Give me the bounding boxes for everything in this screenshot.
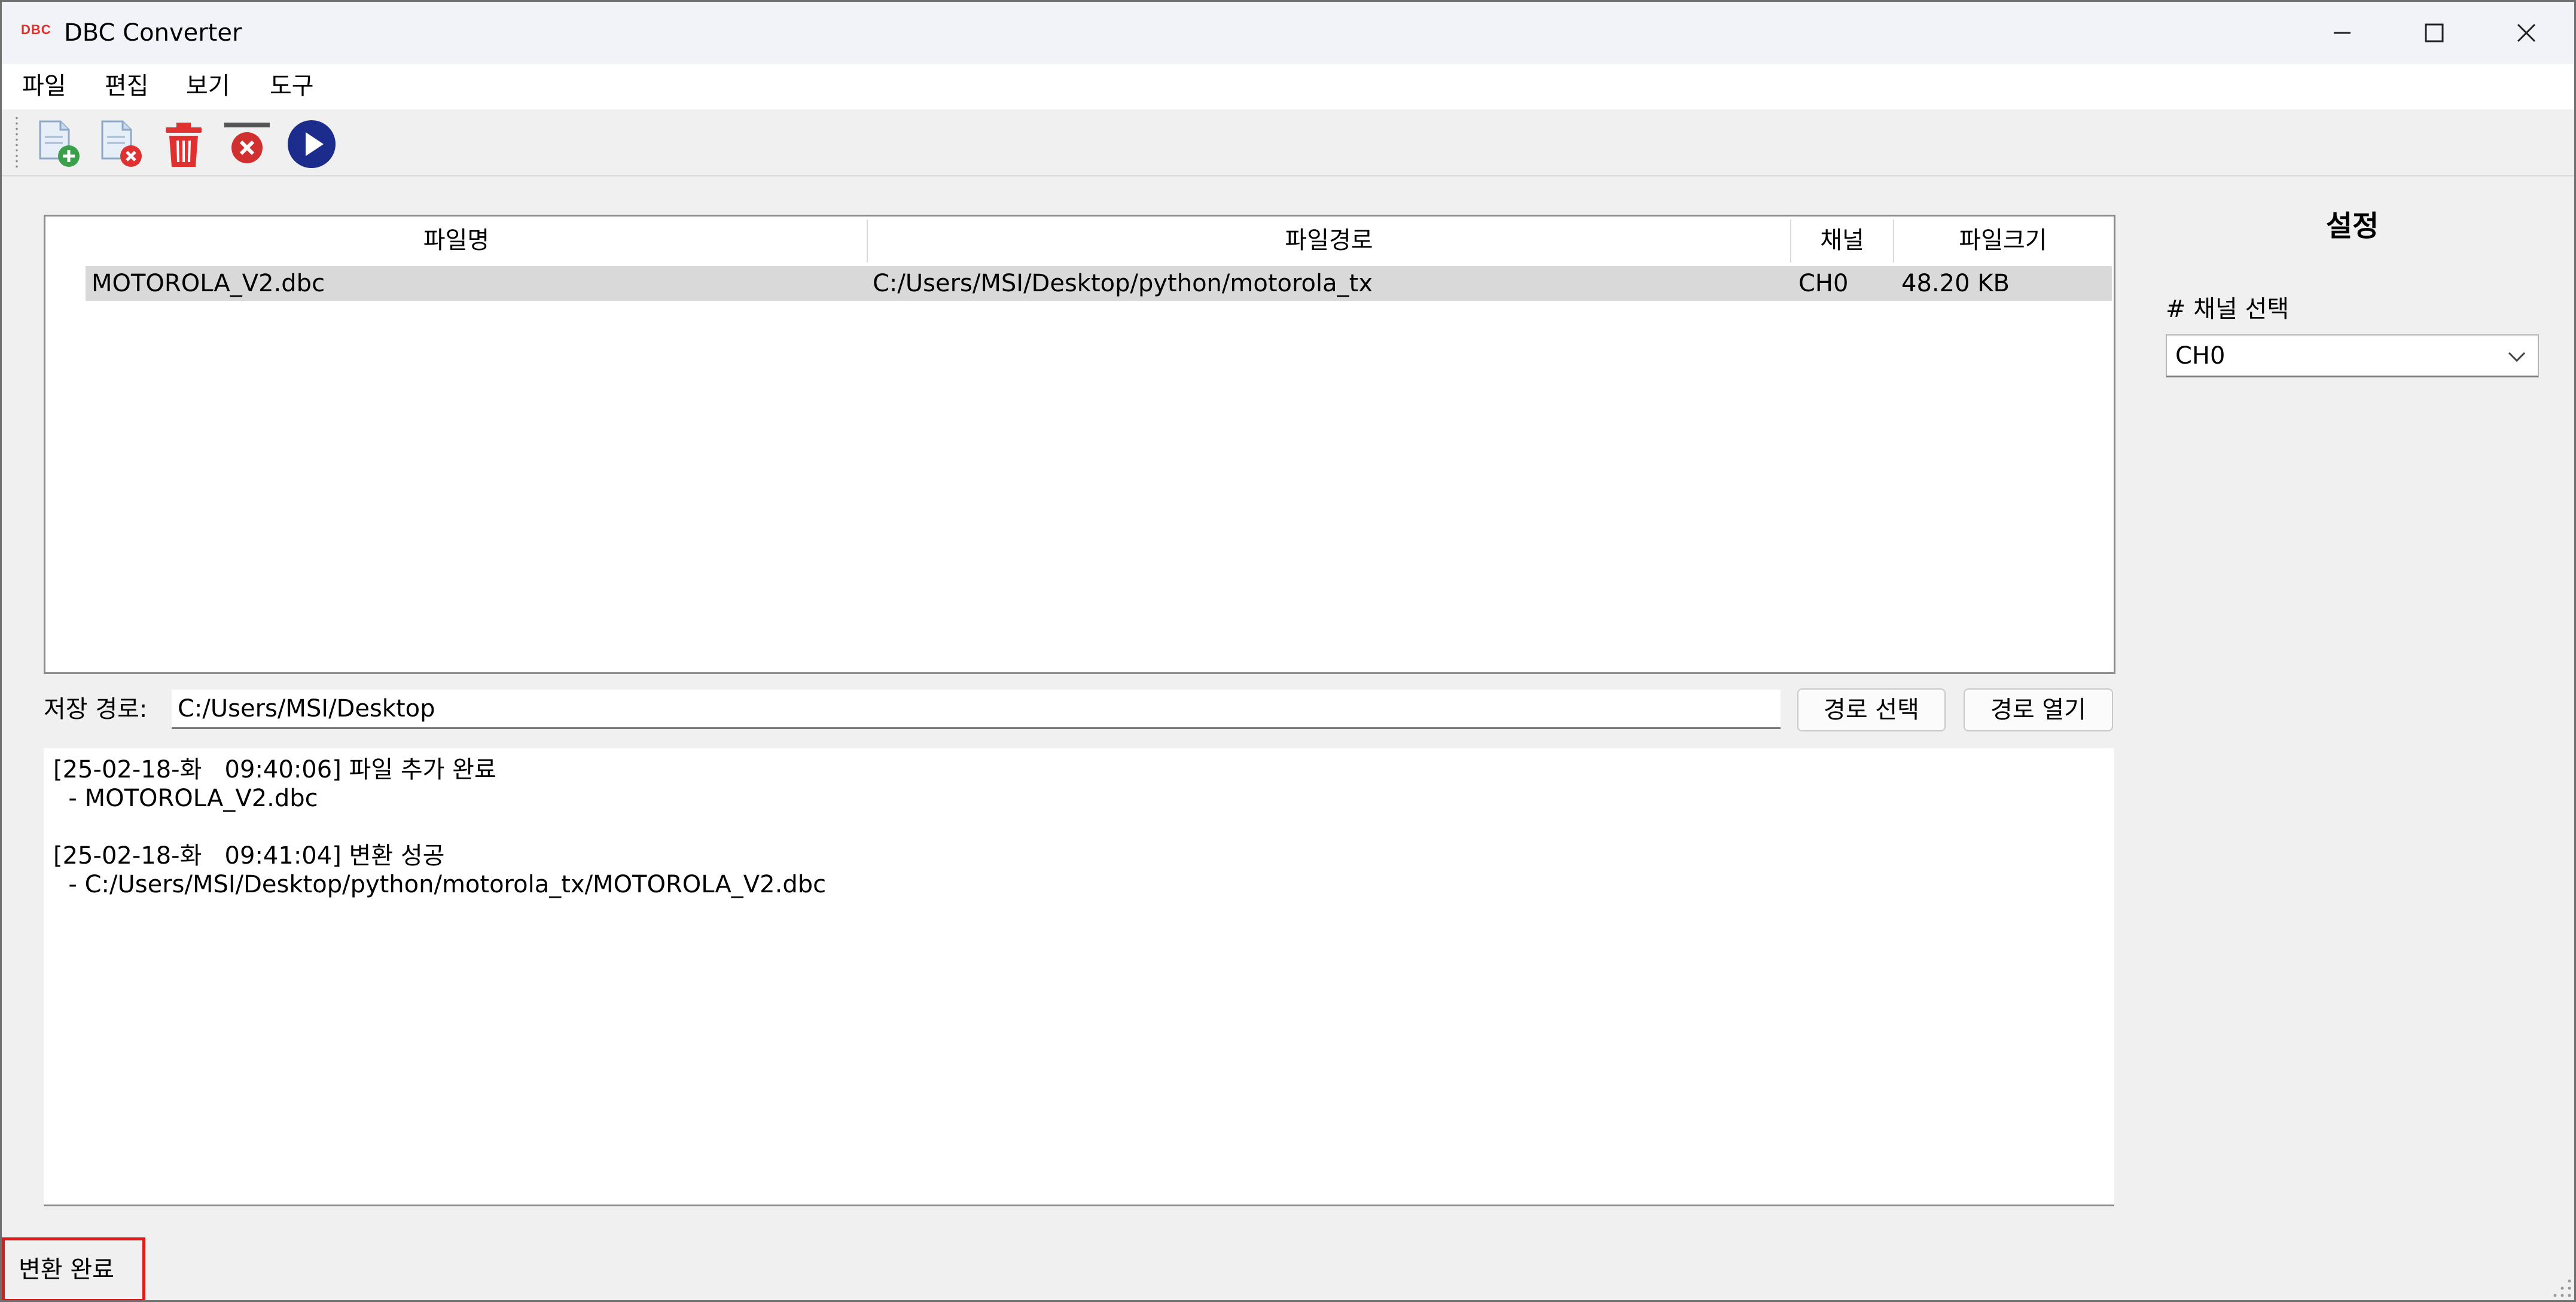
add-file-icon (39, 120, 80, 167)
app-logo-icon: DBC (21, 22, 51, 37)
menu-file[interactable]: 파일 (21, 69, 68, 103)
channel-select-value: CH0 (2175, 342, 2226, 370)
app-window: DBC DBC Converter 파일 편집 보기 도구 파일명 파일경로 채… (0, 0, 2576, 1302)
column-header-channel[interactable]: 채널 (1791, 218, 1893, 263)
log-line: [25-02-18-화 09:40:06] 파일 추가 완료 (53, 756, 496, 783)
minimize-button[interactable] (2296, 2, 2388, 64)
toolbar (2, 109, 2574, 176)
channel-select[interactable]: CH0 (2166, 334, 2539, 377)
open-path-button[interactable]: 경로 열기 (1964, 688, 2113, 731)
clear-icon (224, 123, 270, 163)
maximize-button[interactable] (2388, 2, 2480, 64)
add-file-button[interactable] (31, 115, 88, 173)
trash-icon (166, 123, 202, 167)
close-icon (2517, 23, 2536, 42)
log-line: - MOTOROLA_V2.dbc (53, 785, 318, 812)
window-title: DBC Converter (64, 19, 242, 47)
close-button[interactable] (2480, 2, 2572, 64)
settings-title: 설정 (2325, 209, 2379, 243)
resize-grip-icon[interactable] (2547, 1273, 2573, 1299)
column-header-filename[interactable]: 파일명 (46, 218, 867, 263)
menu-bar (2, 64, 2574, 109)
chevron-down-icon (2508, 352, 2526, 362)
cell-filesize: 48.20 KB (1901, 270, 2010, 297)
select-path-button[interactable]: 경로 선택 (1797, 688, 1946, 731)
menu-tools[interactable]: 도구 (269, 69, 315, 103)
cell-channel: CH0 (1798, 270, 1849, 297)
clear-all-button[interactable] (218, 115, 276, 173)
save-path-label: 저장 경로: (44, 696, 148, 723)
delete-button[interactable] (155, 115, 212, 173)
cell-filepath: C:/Users/MSI/Desktop/python/motorola_tx (873, 270, 1373, 297)
status-text: 변환 완료 (19, 1256, 114, 1283)
save-path-input[interactable] (172, 690, 1781, 729)
channel-select-label: # 채널 선택 (2166, 295, 2290, 323)
run-icon (288, 120, 336, 168)
log-line: [25-02-18-화 09:41:04] 변환 성공 (53, 842, 445, 870)
log-line: - C:/Users/MSI/Desktop/python/motorola_t… (53, 871, 827, 898)
column-header-filesize[interactable]: 파일크기 (1894, 218, 2112, 263)
maximize-icon (2425, 23, 2444, 42)
remove-file-button[interactable] (93, 115, 150, 173)
cell-filename: MOTOROLA_V2.dbc (92, 270, 325, 297)
minimize-icon (2334, 32, 2351, 34)
log-textarea[interactable]: [25-02-18-화 09:40:06] 파일 추가 완료 - MOTOROL… (44, 748, 2114, 1206)
column-header-filepath[interactable]: 파일경로 (868, 218, 1790, 263)
title-bar[interactable] (2, 2, 2574, 64)
run-convert-button[interactable] (283, 115, 340, 173)
remove-file-icon (101, 120, 142, 167)
toolbar-grip[interactable] (15, 115, 19, 169)
menu-edit[interactable]: 편집 (103, 69, 150, 103)
menu-view[interactable]: 보기 (185, 69, 231, 103)
